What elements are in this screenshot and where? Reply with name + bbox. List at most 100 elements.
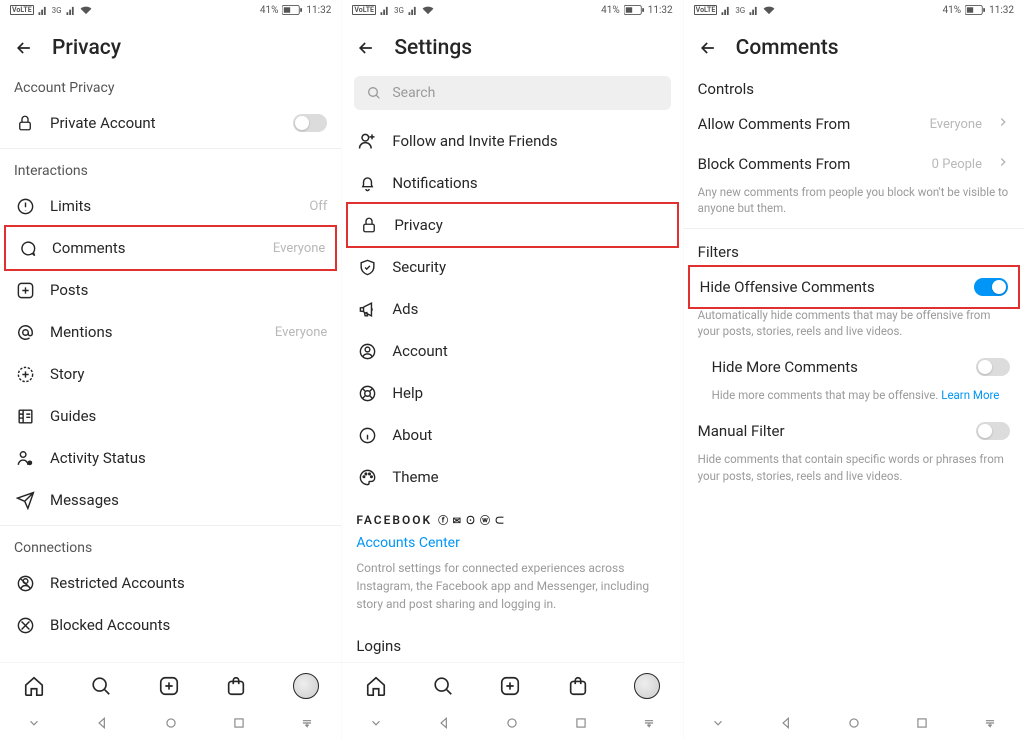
row-block-comments[interactable]: Block Comments From 0 People bbox=[684, 144, 1024, 184]
highlight-comments: Comments Everyone bbox=[4, 225, 337, 271]
row-theme[interactable]: Theme bbox=[342, 456, 682, 498]
bottom-nav bbox=[0, 662, 341, 708]
sys-menu-icon[interactable] bbox=[300, 715, 314, 734]
restricted-label: Restricted Accounts bbox=[50, 574, 327, 592]
status-bar: VoLTE 3G 41% 11:32 bbox=[342, 0, 682, 20]
search-icon[interactable] bbox=[90, 675, 112, 697]
row-restricted[interactable]: Restricted Accounts bbox=[0, 562, 341, 604]
sys-down-icon[interactable] bbox=[369, 715, 383, 734]
row-security[interactable]: Security bbox=[342, 246, 682, 288]
screen-comments: VoLTE 3G 41% 11:32 Comments Controls All… bbox=[683, 0, 1024, 740]
accounts-center-link[interactable]: Accounts Center bbox=[342, 531, 682, 555]
row-limits[interactable]: Limits Off bbox=[0, 185, 341, 227]
learn-more-link[interactable]: Learn More bbox=[941, 388, 999, 402]
sys-menu-icon[interactable] bbox=[642, 715, 656, 734]
hide-offensive-toggle[interactable] bbox=[974, 278, 1008, 296]
network-3g-icon: 3G bbox=[735, 6, 745, 15]
row-story[interactable]: Story bbox=[0, 353, 341, 395]
status-right: 41% 11:32 bbox=[601, 5, 672, 16]
shop-icon[interactable] bbox=[225, 675, 247, 697]
chevron-right-icon bbox=[996, 115, 1010, 133]
back-arrow-icon[interactable] bbox=[356, 38, 376, 58]
sys-home-icon[interactable] bbox=[505, 715, 519, 734]
sys-back-icon[interactable] bbox=[779, 715, 793, 734]
wifi-icon bbox=[422, 6, 434, 15]
row-messages[interactable]: Messages bbox=[0, 479, 341, 521]
row-allow-comments[interactable]: Allow Comments From Everyone bbox=[684, 104, 1024, 144]
row-help[interactable]: Help bbox=[342, 372, 682, 414]
system-nav bbox=[684, 708, 1024, 740]
header: Settings bbox=[342, 20, 682, 70]
status-left: VoLTE 3G bbox=[694, 5, 776, 15]
sys-back-icon[interactable] bbox=[95, 715, 109, 734]
security-label: Security bbox=[392, 258, 668, 276]
allow-label: Allow Comments From bbox=[698, 115, 916, 133]
private-account-toggle[interactable] bbox=[293, 114, 327, 132]
row-ads[interactable]: Ads bbox=[342, 288, 682, 330]
header: Comments bbox=[684, 20, 1024, 70]
row-account[interactable]: Account bbox=[342, 330, 682, 372]
sys-down-icon[interactable] bbox=[27, 715, 41, 734]
clock: 11:32 bbox=[989, 5, 1014, 16]
block-hint: Any new comments from people you block w… bbox=[684, 184, 1024, 224]
row-follow-invite[interactable]: Follow and Invite Friends bbox=[342, 120, 682, 162]
row-privacy[interactable]: Privacy bbox=[348, 204, 676, 246]
sys-home-icon[interactable] bbox=[847, 715, 861, 734]
network-3g-icon: 3G bbox=[52, 6, 62, 15]
manual-filter-label: Manual Filter bbox=[698, 422, 962, 440]
create-icon[interactable] bbox=[499, 675, 521, 697]
privacy-label: Privacy bbox=[394, 216, 666, 234]
row-manual-filter[interactable]: Manual Filter bbox=[684, 411, 1024, 451]
row-hide-offensive[interactable]: Hide Offensive Comments bbox=[690, 267, 1018, 307]
sys-home-icon[interactable] bbox=[164, 715, 178, 734]
battery-icon bbox=[965, 5, 985, 15]
create-icon[interactable] bbox=[158, 675, 180, 697]
row-private-account[interactable]: Private Account bbox=[0, 102, 341, 144]
battery-percent: 41% bbox=[943, 5, 962, 16]
page-title: Settings bbox=[394, 36, 472, 60]
search-input[interactable]: Search bbox=[354, 76, 670, 110]
row-posts[interactable]: Posts bbox=[0, 269, 341, 311]
signal-icon bbox=[721, 6, 731, 15]
wifi-icon bbox=[763, 6, 775, 15]
row-comments[interactable]: Comments Everyone bbox=[6, 227, 335, 269]
manual-filter-toggle[interactable] bbox=[976, 422, 1010, 440]
row-about[interactable]: About bbox=[342, 414, 682, 456]
row-blocked[interactable]: Blocked Accounts bbox=[0, 604, 341, 646]
limits-label: Limits bbox=[50, 197, 295, 215]
row-notifications[interactable]: Notifications bbox=[342, 162, 682, 204]
guides-icon bbox=[14, 405, 36, 427]
row-hide-more[interactable]: Hide More Comments bbox=[684, 347, 1024, 387]
sys-recent-icon[interactable] bbox=[232, 715, 246, 734]
system-nav bbox=[342, 708, 682, 740]
sys-back-icon[interactable] bbox=[437, 715, 451, 734]
hide-more-hint-text: Hide more comments that may be offensive… bbox=[712, 388, 939, 402]
account-label: Account bbox=[392, 342, 668, 360]
sys-recent-icon[interactable] bbox=[574, 715, 588, 734]
back-arrow-icon[interactable] bbox=[698, 38, 718, 58]
hide-offensive-label: Hide Offensive Comments bbox=[700, 278, 960, 296]
shop-icon[interactable] bbox=[567, 675, 589, 697]
logins-section: Logins bbox=[342, 623, 682, 661]
back-arrow-icon[interactable] bbox=[14, 38, 34, 58]
hide-more-toggle[interactable] bbox=[976, 358, 1010, 376]
screen-privacy: VoLTE 3G 41% 11:32 Privacy Account Priva… bbox=[0, 0, 341, 740]
home-icon[interactable] bbox=[23, 675, 45, 697]
profile-avatar[interactable] bbox=[293, 673, 319, 699]
allow-value: Everyone bbox=[930, 117, 982, 132]
about-label: About bbox=[392, 426, 668, 444]
home-icon[interactable] bbox=[365, 675, 387, 697]
status-right: 41% 11:32 bbox=[260, 5, 331, 16]
sys-menu-icon[interactable] bbox=[983, 715, 997, 734]
row-mentions[interactable]: Mentions Everyone bbox=[0, 311, 341, 353]
sys-recent-icon[interactable] bbox=[915, 715, 929, 734]
status-bar: VoLTE 3G 41% 11:32 bbox=[684, 0, 1024, 20]
sys-down-icon[interactable] bbox=[711, 715, 725, 734]
row-guides[interactable]: Guides bbox=[0, 395, 341, 437]
row-activity-status[interactable]: Activity Status bbox=[0, 437, 341, 479]
messages-label: Messages bbox=[50, 491, 327, 509]
profile-avatar[interactable] bbox=[634, 673, 660, 699]
search-icon[interactable] bbox=[432, 675, 454, 697]
lock-icon bbox=[358, 214, 380, 236]
blocked-icon bbox=[14, 614, 36, 636]
